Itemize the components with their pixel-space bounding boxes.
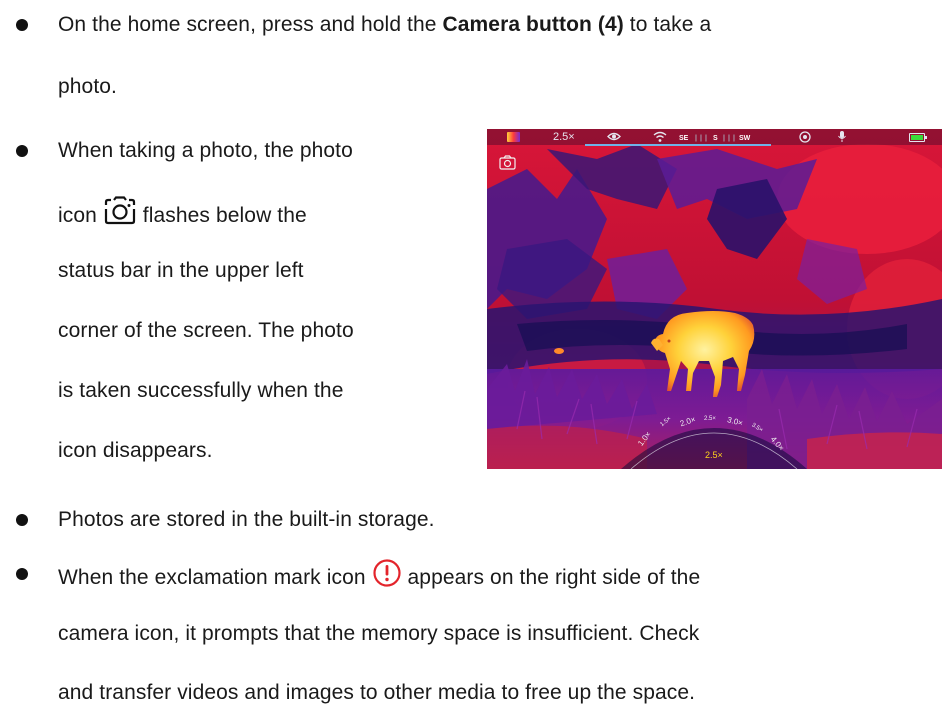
compass-tick: | (723, 135, 725, 142)
compass-strip: SE | | | S | | | SW (673, 134, 757, 144)
thermal-image: 2.5× SE | | | S | | | SW 1.0× 1.5× 2.0× … (487, 129, 942, 469)
text-span: status bar in the upper left (58, 259, 304, 282)
bullet-4-line-1: When the exclamation mark icon appears o… (58, 558, 701, 597)
bullet-marker (16, 145, 28, 157)
zoom-label-2-5: 2.5× (704, 416, 716, 422)
compass-tick: | (695, 135, 697, 142)
bullet-2-line-2: icon flashes below the (58, 196, 307, 235)
bullet-marker (16, 568, 28, 580)
text-span: When the exclamation mark icon (58, 566, 372, 590)
compass-center: S (713, 135, 718, 142)
compass-left: SE (679, 135, 689, 142)
bullet-1-line-2: photo. (58, 74, 117, 100)
bullet-3-line-1: Photos are stored in the built-in storag… (58, 507, 435, 533)
text-span: icon (58, 204, 103, 228)
battery-level (911, 135, 923, 140)
text-span: appears on the right side of the (407, 566, 701, 590)
camera-icon (103, 196, 137, 233)
eye-icon (607, 131, 621, 142)
battery-tip (925, 136, 927, 139)
bullet-2-line-6: icon disappears. (58, 438, 213, 464)
text-span: corner of the screen. The photo (58, 319, 354, 342)
compass-tick: | (733, 135, 735, 142)
photo-flash-camera-icon (499, 155, 516, 170)
zoom-current-value: 2.5× (705, 450, 723, 460)
compass-tick: | (705, 135, 707, 142)
status-zoom-value: 2.5× (553, 131, 575, 143)
camera-button-reference: Camera button (4) (442, 13, 624, 36)
compass-underline (585, 144, 771, 146)
compass-right: SW (739, 135, 751, 142)
bullet-4-line-3: and transfer videos and images to other … (58, 680, 695, 706)
text-span: When taking a photo, the photo (58, 139, 353, 162)
microphone-icon (837, 130, 847, 143)
bullet-2-line-1: When taking a photo, the photo (58, 138, 353, 164)
palette-icon (507, 132, 520, 142)
bullet-marker (16, 19, 28, 31)
wifi-icon (653, 131, 667, 143)
bullet-2-line-4: corner of the screen. The photo (58, 318, 354, 344)
exclamation-alert-icon (372, 558, 402, 595)
text-span: On the home screen, press and hold the (58, 13, 443, 36)
battery-icon (909, 133, 927, 142)
text-span: photo. (58, 75, 117, 98)
bullet-2-line-3: status bar in the upper left (58, 258, 304, 284)
text-span: icon disappears. (58, 439, 213, 462)
text-span: flashes below the (142, 204, 307, 228)
shutter-icon (799, 131, 811, 143)
bullet-marker (16, 514, 28, 526)
bullet-2-line-5: is taken successfully when the (58, 378, 343, 404)
text-span: Photos are stored in the built-in storag… (58, 508, 435, 531)
text-span: is taken successfully when the (58, 379, 344, 402)
manual-page: On the home screen, press and hold the C… (0, 0, 943, 722)
compass-tick: | (728, 135, 730, 142)
text-span: to take a (623, 13, 712, 36)
text-span: camera icon, it prompts that the memory … (58, 622, 700, 645)
bullet-1-line-1: On the home screen, press and hold the C… (58, 12, 711, 38)
compass-tick: | (700, 135, 702, 142)
bullet-4-line-2: camera icon, it prompts that the memory … (58, 621, 699, 647)
text-span: and transfer videos and images to other … (58, 681, 696, 704)
